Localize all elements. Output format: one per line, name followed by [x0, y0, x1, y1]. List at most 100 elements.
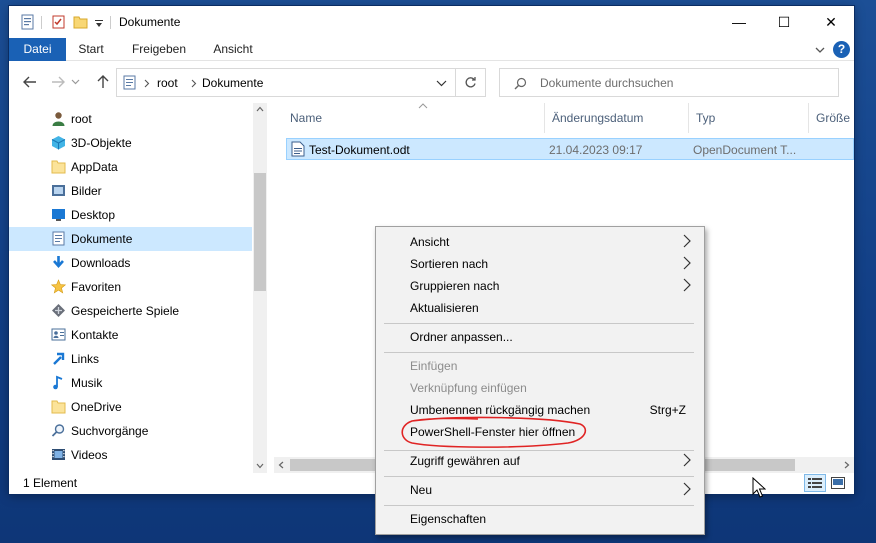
chevron-right-icon [683, 256, 691, 270]
help-button[interactable]: ? [833, 41, 850, 58]
divider [110, 16, 111, 29]
ribbon-tabs: Datei Start Freigeben Ansicht ? [9, 38, 854, 61]
tab-datei[interactable]: Datei [9, 38, 66, 61]
nav-item-label: Dokumente [71, 232, 133, 246]
menu-item-ansicht[interactable]: Ansicht [376, 231, 704, 253]
minimize-button[interactable]: — [716, 6, 762, 38]
divider [41, 16, 42, 29]
column-divider[interactable] [544, 103, 545, 133]
3d-objects-icon [51, 136, 66, 150]
menu-item-ordner-anpassen[interactable]: Ordner anpassen... [376, 326, 704, 348]
contacts-icon [51, 328, 66, 341]
tab-ansicht[interactable]: Ansicht [207, 38, 259, 61]
nav-item-videos[interactable]: Videos [9, 443, 252, 467]
nav-item-label: Kontakte [71, 328, 119, 342]
menu-separator [384, 505, 694, 506]
nav-item-onedrive[interactable]: OneDrive [9, 395, 252, 419]
back-button[interactable] [19, 72, 41, 92]
arrow-left-icon [23, 76, 36, 88]
column-header-size[interactable]: Größe [816, 111, 850, 135]
search-icon [514, 77, 527, 90]
menu-item-gruppieren-nach[interactable]: Gruppieren nach [376, 275, 704, 297]
menu-item-verknuepfung-einfuegen[interactable]: Verknüpfung einfügen [376, 377, 704, 399]
chevron-right-icon [191, 79, 197, 88]
address-bar[interactable]: root Dokumente [116, 68, 456, 97]
nav-item-label: Musik [71, 376, 103, 390]
nav-item-label: OneDrive [71, 400, 122, 414]
menu-item-label: Verknüpfung einfügen [410, 381, 527, 395]
folder-icon [51, 400, 66, 414]
expand-ribbon-icon[interactable] [814, 45, 826, 55]
chevron-right-icon [683, 234, 691, 248]
checklist-icon[interactable] [51, 14, 66, 30]
documents-icon [52, 231, 65, 246]
menu-item-einfuegen[interactable]: Einfügen [376, 355, 704, 377]
address-row: root Dokumente Dokumente durchsuchen [9, 62, 854, 102]
arrow-up-icon [97, 75, 109, 88]
nav-item-3d-objekte[interactable]: 3D-Objekte [9, 131, 252, 155]
tab-start[interactable]: Start [71, 38, 111, 61]
nav-item-gespeicherte-spiele[interactable]: Gespeicherte Spiele [9, 299, 252, 323]
menu-item-label: Gruppieren nach [410, 279, 500, 293]
forward-button[interactable] [47, 72, 69, 92]
nav-item-label: 3D-Objekte [71, 136, 132, 150]
details-view-button[interactable] [804, 474, 826, 492]
nav-item-label: Bilder [71, 184, 102, 198]
chevron-left-icon[interactable] [278, 461, 284, 469]
column-divider[interactable] [688, 103, 689, 133]
menu-item-label: Ansicht [410, 235, 450, 249]
menu-item-zugriff-gewaehren-auf[interactable]: Zugriff gewähren auf [376, 450, 704, 472]
column-header-date[interactable]: Änderungsdatum [552, 111, 643, 135]
pictures-icon [52, 185, 65, 196]
breadcrumb-root[interactable]: root [157, 76, 178, 90]
menu-item-eigenschaften[interactable]: Eigenschaften [376, 508, 704, 530]
nav-scrollbar[interactable] [253, 103, 267, 473]
refresh-button[interactable] [456, 68, 486, 97]
file-type: OpenDocument T... [693, 143, 797, 157]
breadcrumb-dokumente[interactable]: Dokumente [202, 76, 263, 90]
chevron-down-icon[interactable] [436, 80, 447, 87]
nav-item-label: Desktop [71, 208, 116, 222]
menu-item-aktualisieren[interactable]: Aktualisieren [376, 297, 704, 319]
tab-freigeben[interactable]: Freigeben [127, 38, 191, 61]
menu-item-neu[interactable]: Neu [376, 479, 704, 501]
desktop-icon [52, 209, 65, 221]
nav-item-dokumente[interactable]: Dokumente [9, 227, 252, 251]
column-header-type[interactable]: Typ [696, 111, 715, 135]
mouse-cursor-icon [752, 477, 766, 498]
nav-item-bilder[interactable]: Bilder [9, 179, 252, 203]
customize-quick-access-icon[interactable] [94, 16, 104, 32]
nav-item-label: Downloads [71, 256, 131, 270]
chevron-right-icon[interactable] [844, 461, 850, 469]
search-input[interactable]: Dokumente durchsuchen [499, 68, 839, 97]
menu-separator [384, 323, 694, 324]
user-icon [52, 112, 65, 126]
nav-item-downloads[interactable]: Downloads [9, 251, 252, 275]
large-icons-view-button[interactable] [829, 475, 847, 491]
nav-item-appdata[interactable]: AppData [9, 155, 252, 179]
menu-item-sortieren-nach[interactable]: Sortieren nach [376, 253, 704, 275]
maximize-button[interactable]: ☐ [761, 6, 807, 38]
nav-scrollbar-thumb[interactable] [254, 173, 266, 291]
nav-item-musik[interactable]: Musik [9, 371, 252, 395]
nav-item-desktop[interactable]: Desktop [9, 203, 252, 227]
recent-locations-button[interactable] [69, 72, 81, 92]
nav-item-favoriten[interactable]: Favoriten [9, 275, 252, 299]
chevron-down-icon[interactable] [256, 463, 264, 469]
links-icon [53, 352, 65, 365]
nav-item-suchvorgaenge[interactable]: Suchvorgänge [9, 419, 252, 443]
nav-item-kontakte[interactable]: Kontakte [9, 323, 252, 347]
up-button[interactable] [92, 72, 114, 92]
arrow-right-icon [52, 76, 65, 88]
column-divider[interactable] [808, 103, 809, 133]
properties-icon[interactable] [20, 14, 35, 30]
column-header-name[interactable]: Name [290, 111, 322, 135]
nav-item-links[interactable]: Links [9, 347, 252, 371]
close-button[interactable]: ✕ [808, 6, 854, 38]
nav-item-label: Favoriten [71, 280, 122, 294]
chevron-up-icon[interactable] [256, 106, 264, 112]
nav-item-root[interactable]: root [9, 107, 252, 131]
new-folder-icon[interactable] [73, 14, 88, 30]
table-row[interactable]: Test-Dokument.odt 21.04.2023 09:17 OpenD… [286, 138, 854, 160]
window-title: Dokumente [119, 15, 181, 29]
